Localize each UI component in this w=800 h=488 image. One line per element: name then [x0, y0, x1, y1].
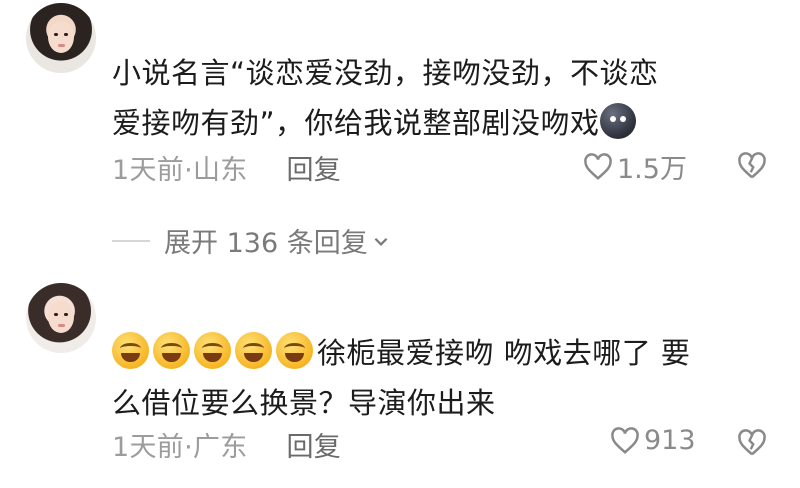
like-count: 1.5万: [617, 154, 687, 185]
chevron-down-icon: [374, 237, 388, 246]
reply-button[interactable]: 回复: [286, 432, 341, 463]
comment-item: 徐栀最爱接吻 吻戏去哪了 要 么借位要么换景？导演你出来 1天前·广东 回复 9…: [0, 268, 800, 488]
divider-line: [112, 239, 150, 242]
comment-time: 1天前: [112, 155, 185, 186]
separator-dot: ·: [184, 432, 193, 463]
blob-face-emoji-icon: [599, 103, 636, 139]
comment-time: 1天前: [112, 432, 185, 463]
like-button[interactable]: 913: [610, 425, 696, 456]
comment-location: 广东: [192, 432, 248, 463]
comment-item: 小说名言“谈恋爱没劲，接吻没劲，不谈恋 爱接吻有劲”，你给我说整部剧没吻戏 1天…: [0, 0, 800, 268]
comment-meta: 1天前·广东 回复: [112, 425, 341, 464]
expand-replies-label: 展开 136 条回复: [164, 228, 368, 259]
heart-icon: [611, 426, 639, 454]
comment-text-line: 么借位要么换景？导演你出来: [112, 386, 496, 420]
broken-heart-icon[interactable]: [737, 429, 767, 457]
comment-text: 小说名言“谈恋爱没劲，接吻没劲，不谈恋 爱接吻有劲”，你给我说整部剧没吻戏: [112, 48, 772, 148]
comment-text: 徐栀最爱接吻 吻戏去哪了 要 么借位要么换景？导演你出来: [112, 328, 772, 428]
grin-emoji-icon: [194, 332, 231, 369]
comment-location: 山东: [192, 155, 248, 186]
reply-button[interactable]: 回复: [286, 155, 341, 186]
grin-emoji-icon: [276, 332, 313, 369]
expand-replies-button[interactable]: 展开 136 条回复: [112, 221, 390, 260]
comment-text-line: 小说名言“谈恋爱没劲，接吻没劲，不谈恋: [112, 56, 659, 90]
grin-emoji-icon: [112, 332, 149, 369]
grin-emoji-icon: [153, 332, 190, 369]
avatar[interactable]: [26, 3, 96, 73]
like-count: 913: [644, 425, 696, 456]
avatar[interactable]: [26, 283, 96, 353]
heart-icon: [584, 152, 612, 180]
comment-text-line: 爱接吻有劲”，你给我说整部剧没吻戏: [112, 98, 772, 148]
grin-emoji-icon: [235, 332, 272, 369]
comment-text-line: 徐栀最爱接吻 吻戏去哪了 要: [112, 328, 772, 378]
separator-dot: ·: [184, 155, 193, 186]
comment-meta: 1天前·山东 回复: [112, 148, 341, 187]
like-button[interactable]: 1.5万: [583, 147, 687, 186]
broken-heart-icon[interactable]: [737, 152, 767, 180]
